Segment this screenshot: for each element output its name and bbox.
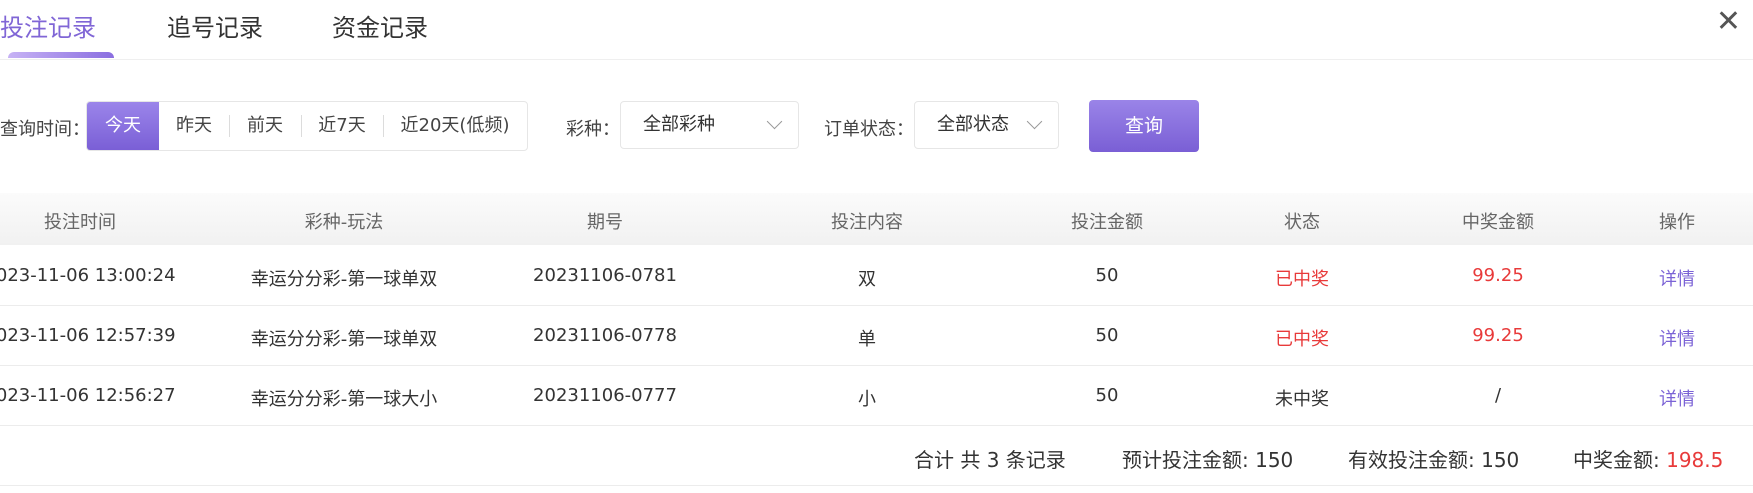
bet-time: 2023-11-06 12:56:27 <box>0 385 176 406</box>
bet-amount: 50 <box>1095 325 1119 346</box>
bet-time: 2023-11-06 13:00:24 <box>0 265 176 286</box>
game: 幸运分分彩-第一球大小 <box>250 389 438 410</box>
col-bet-time: 投注时间 <box>44 212 116 233</box>
active-tab-indicator <box>8 52 114 58</box>
time-option-20-days[interactable]: 近20天(低频) <box>383 102 527 150</box>
table-row: 2023-11-06 13:00:24 幸运分分彩-第一球单双 20231106… <box>0 245 1753 306</box>
lottery-select[interactable]: 全部彩种 <box>620 101 799 149</box>
status-badge: 已中奖 <box>1275 269 1329 290</box>
table-row: 2023-11-06 12:56:27 幸运分分彩-第一球大小 20231106… <box>0 365 1753 426</box>
order-status-label: 订单状态： <box>824 119 914 140</box>
order-status-select[interactable]: 全部状态 <box>914 101 1059 149</box>
total-prize-label: 中奖金额: <box>1573 448 1660 472</box>
prize-amount: 99.25 <box>1472 325 1524 346</box>
game: 幸运分分彩-第一球单双 <box>250 329 438 350</box>
bet-amount: 50 <box>1095 385 1119 406</box>
order-status-select-value: 全部状态 <box>937 114 1009 135</box>
query-button[interactable]: 查询 <box>1089 100 1199 152</box>
tab-chase-records[interactable]: 追号记录 <box>167 8 263 43</box>
details-link[interactable]: 详情 <box>1659 325 1695 351</box>
expected-bet-value: 150 <box>1255 448 1294 472</box>
issue: 20231106-0777 <box>533 385 677 406</box>
table-header: 投注时间 彩种-玩法 期号 投注内容 投注金额 状态 中奖金额 操作 <box>0 193 1753 245</box>
time-option-7-days[interactable]: 近7天 <box>301 102 383 150</box>
game: 幸运分分彩-第一球单双 <box>250 269 438 290</box>
tab-bet-records[interactable]: 投注记录 <box>0 8 96 43</box>
lottery-label: 彩种： <box>566 119 620 140</box>
col-status: 状态 <box>1284 212 1320 233</box>
expected-bet-label: 预计投注金额: <box>1122 448 1249 472</box>
issue: 20231106-0781 <box>533 265 677 286</box>
details-link[interactable]: 详情 <box>1659 265 1695 291</box>
col-game: 彩种-玩法 <box>304 212 384 233</box>
summary-bar: 合计 共 3 条记录 预计投注金额: 150 有效投注金额: 150 中奖金额:… <box>0 425 1753 486</box>
lottery-select-value: 全部彩种 <box>643 114 715 135</box>
expected-bet-amount: 预计投注金额: 150 <box>1122 444 1293 473</box>
bet-time: 2023-11-06 12:57:39 <box>0 325 176 346</box>
col-amount: 投注金额 <box>1071 212 1143 233</box>
time-range-selector: 今天 昨天 前天 近7天 近20天(低频) <box>86 101 528 151</box>
valid-bet-amount: 有效投注金额: 150 <box>1348 444 1519 473</box>
chevron-down-icon <box>1026 113 1043 130</box>
tab-fund-records[interactable]: 资金记录 <box>332 8 428 43</box>
time-option-today[interactable]: 今天 <box>87 102 159 150</box>
col-content: 投注内容 <box>831 212 903 233</box>
status-badge: 已中奖 <box>1275 329 1329 350</box>
bet-content: 单 <box>858 329 876 350</box>
bet-content: 双 <box>858 269 876 290</box>
bet-amount: 50 <box>1095 265 1119 286</box>
record-count: 合计 共 3 条记录 <box>914 448 1066 472</box>
total-prize-amount: 中奖金额: 198.5 <box>1573 444 1723 473</box>
bet-content: 小 <box>858 389 876 410</box>
col-prize: 中奖金额 <box>1462 212 1534 233</box>
table-row: 2023-11-06 12:57:39 幸运分分彩-第一球单双 20231106… <box>0 305 1753 366</box>
prize-amount: / <box>1494 385 1502 406</box>
status-badge: 未中奖 <box>1275 389 1329 410</box>
issue: 20231106-0778 <box>533 325 677 346</box>
time-option-day-before[interactable]: 前天 <box>229 102 301 150</box>
close-icon[interactable]: ✕ <box>1716 4 1741 40</box>
col-action: 操作 <box>1659 212 1695 233</box>
details-link[interactable]: 详情 <box>1659 385 1695 411</box>
chevron-down-icon <box>766 113 783 130</box>
tab-bar: 投注记录 追号记录 资金记录 ✕ <box>0 0 1753 60</box>
time-option-yesterday[interactable]: 昨天 <box>159 102 229 150</box>
valid-bet-value: 150 <box>1481 448 1520 472</box>
valid-bet-label: 有效投注金额: <box>1348 448 1475 472</box>
total-prize-value: 198.5 <box>1666 448 1724 472</box>
prize-amount: 99.25 <box>1472 265 1524 286</box>
col-issue: 期号 <box>587 212 623 233</box>
query-time-label: 查询时间： <box>0 119 90 140</box>
